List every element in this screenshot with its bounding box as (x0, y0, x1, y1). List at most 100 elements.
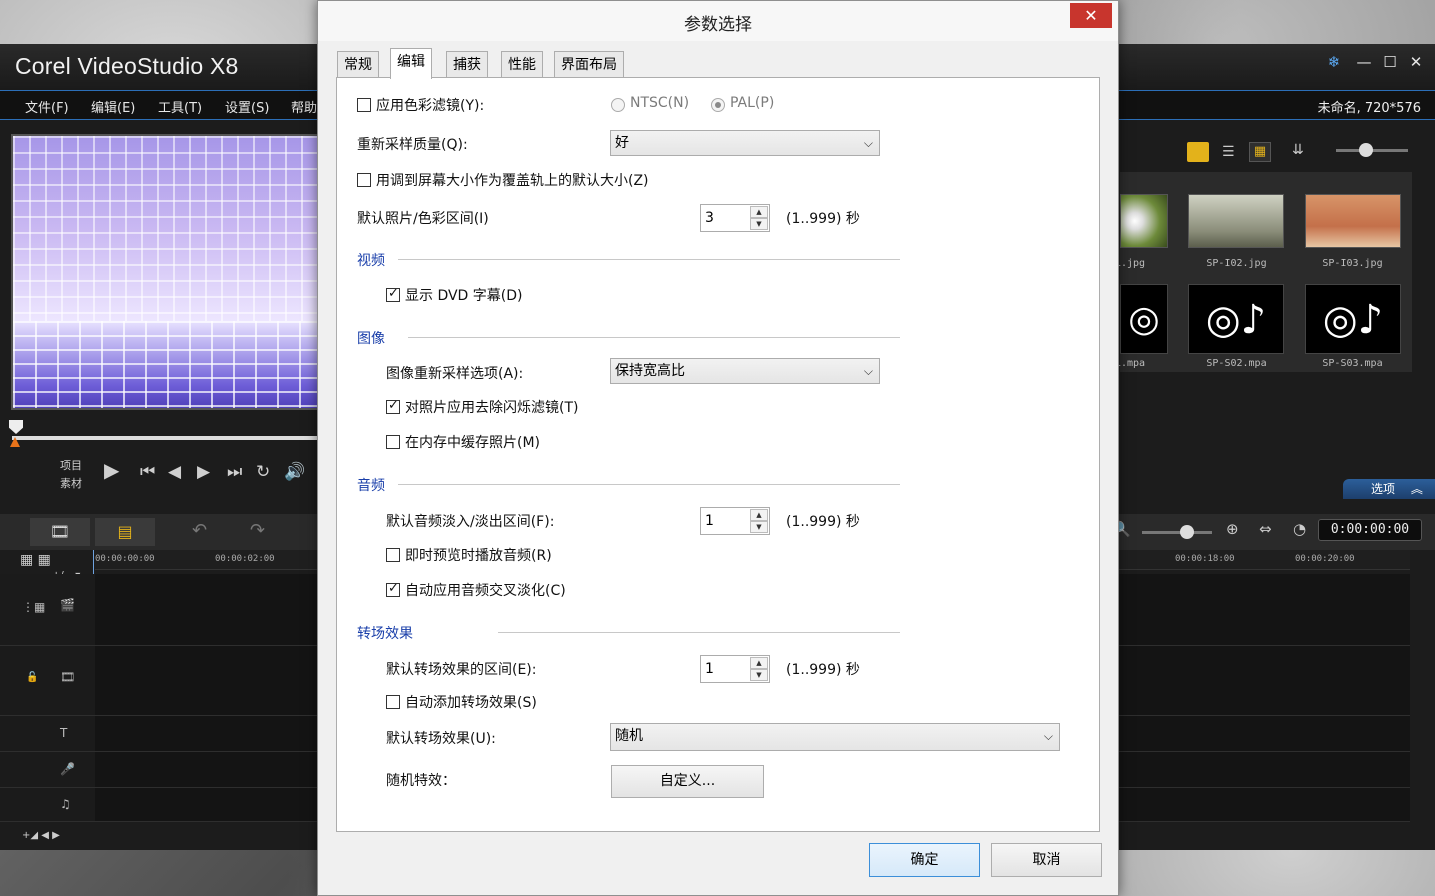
maximize-icon[interactable]: ☐ (1378, 50, 1402, 74)
sort-icon[interactable]: ⇊ (1292, 142, 1304, 158)
tab-edit[interactable]: 编辑 (390, 48, 432, 79)
view-list-icon[interactable]: ☰ (1222, 144, 1235, 160)
color-filter-checkbox[interactable] (357, 98, 371, 112)
redo-icon[interactable]: ↷ (250, 520, 265, 541)
default-transition-select[interactable]: 随机 ⌵ (610, 723, 1060, 751)
instant-preview-label: 即时预览时播放音频(R) (405, 548, 552, 564)
thumbnail-size-handle[interactable] (1359, 143, 1373, 157)
library-thumb[interactable] (1120, 194, 1168, 248)
chevron-down-icon: ⌵ (863, 364, 873, 378)
zoom-slider[interactable] (1142, 531, 1212, 534)
zoom-in-icon[interactable]: ⊕ (1226, 520, 1239, 538)
spin-down-icon[interactable]: ▼ (750, 218, 768, 230)
snowflake-icon[interactable]: ❄ (1322, 50, 1346, 74)
options-tab[interactable]: 选项 ︽ (1343, 479, 1435, 499)
scrubber-track[interactable] (12, 436, 322, 440)
crossfade-label: 自动应用音频交叉淡化(C) (405, 583, 566, 599)
audio-fade-value: 1 (705, 513, 714, 529)
spin-up-icon[interactable]: ▲ (750, 509, 768, 521)
transition-duration-range: (1..999) 秒 (786, 662, 860, 678)
go-start-icon[interactable]: ⏮ (140, 462, 155, 482)
scroll-left-icon[interactable]: +◢ ◀ ▶ (22, 830, 60, 841)
title-track-header[interactable]: T (0, 716, 95, 752)
spin-up-icon[interactable]: ▲ (750, 657, 768, 669)
track-manager-icon[interactable]: ▦ ▦ (20, 552, 51, 568)
library-audio-thumb[interactable]: ◎♪ (1188, 284, 1284, 354)
step-back-icon[interactable]: ◀ (168, 462, 181, 482)
crossfade-checkbox[interactable] (386, 581, 400, 597)
microphone-icon: 🎤 (60, 762, 75, 776)
play-icon[interactable]: ▶ (104, 458, 119, 482)
image-resample-label: 图像重新采样选项(A): (386, 366, 524, 382)
step-forward-icon[interactable]: ▶ (197, 462, 210, 482)
dialog-close-button[interactable]: ✕ (1070, 3, 1112, 28)
ok-button[interactable]: 确定 (869, 843, 980, 877)
timecode-display[interactable]: 0:00:00:00 (1318, 519, 1422, 541)
image-resample-select[interactable]: 保持宽高比 ⌵ (610, 358, 880, 384)
view-thumbnail-icon[interactable]: ▦ (1249, 142, 1271, 162)
timeline-view-icon[interactable]: ▤ (95, 518, 155, 546)
color-filter-label: 应用色彩滤镜(Y): (376, 98, 485, 114)
library-audio-thumb[interactable]: ◎♪ (1305, 284, 1401, 354)
menu-edit[interactable]: 编辑(E) (91, 97, 135, 116)
track-options-icon: ⋮▦ (22, 600, 46, 614)
menu-file[interactable]: 文件(F) (25, 97, 69, 116)
voice-track-header[interactable]: 🎤 (0, 752, 95, 788)
music-track-header[interactable]: ♫ (0, 788, 95, 822)
library-audio-thumb[interactable]: ◎ (1120, 284, 1168, 354)
menu-settings[interactable]: 设置(S) (225, 97, 269, 116)
transition-duration-value: 1 (705, 661, 714, 677)
close-icon[interactable]: ✕ (1404, 50, 1428, 74)
library-thumb-label: SP-S03.mpa (1322, 358, 1383, 369)
cancel-button[interactable]: 取消 (991, 843, 1102, 877)
audio-fade-spinner[interactable]: 1 ▲ ▼ (700, 507, 770, 535)
photo-duration-value: 3 (705, 210, 714, 226)
app-title: Corel VideoStudio X8 (15, 53, 239, 79)
tab-layout[interactable]: 界面布局 (554, 51, 624, 77)
volume-icon[interactable]: 🔊 (284, 462, 305, 482)
transition-duration-spinner[interactable]: 1 ▲ ▼ (700, 655, 770, 683)
repeat-icon[interactable]: ↻ (256, 462, 270, 482)
tab-capture[interactable]: 捕获 (446, 51, 488, 77)
close-icon: ✕ (1084, 6, 1098, 25)
spin-down-icon[interactable]: ▼ (750, 669, 768, 681)
menu-tools[interactable]: 工具(T) (158, 97, 202, 116)
resample-quality-select[interactable]: 好 ⌵ (610, 130, 880, 156)
title-track-icon: T (60, 726, 68, 740)
scrubber-handle[interactable] (9, 420, 23, 434)
deflicker-checkbox[interactable] (386, 398, 400, 414)
disc-icon: ◎♪ (1322, 297, 1384, 343)
library-thumb[interactable] (1305, 194, 1401, 248)
instant-preview-checkbox[interactable] (386, 548, 400, 562)
go-end-icon[interactable]: ⏭ (227, 462, 242, 482)
tab-performance[interactable]: 性能 (501, 51, 543, 77)
mode-clip[interactable]: 素材 (60, 475, 82, 491)
disc-icon: ◎♪ (1205, 297, 1267, 343)
customize-button[interactable]: 自定义... (611, 765, 764, 798)
storyboard-view-icon[interactable]: 🎞 (30, 518, 90, 546)
edit-tab-panel: 应用色彩滤镜(Y): NTSC(N) PAL(P) 重新采样质量(Q): 好 ⌵ … (336, 77, 1100, 832)
video-track-header[interactable]: 🎬 ⋮▦ (0, 574, 95, 646)
undo-icon[interactable]: ↶ (192, 520, 207, 541)
spin-up-icon[interactable]: ▲ (750, 206, 768, 218)
chevron-up-icon: ︽ (1410, 482, 1423, 496)
cache-photo-checkbox[interactable] (386, 435, 400, 449)
overlay-track-header[interactable]: 🎞 🔓 (0, 646, 95, 716)
library-thumb[interactable] (1188, 194, 1284, 248)
library-thumb-label: SP-I03.jpg (1322, 258, 1383, 269)
view-large-icon[interactable] (1187, 142, 1209, 162)
menu-help[interactable]: 帮助 (291, 97, 317, 116)
photo-duration-spinner[interactable]: 3 ▲ ▼ (700, 204, 770, 232)
library-thumb-label: SP-I02.jpg (1206, 258, 1267, 269)
dvd-subtitle-checkbox[interactable] (386, 286, 400, 302)
tab-general[interactable]: 常规 (337, 51, 379, 77)
clock-icon[interactable]: ◔ (1293, 520, 1306, 538)
minimize-icon[interactable]: — (1352, 50, 1376, 74)
spin-down-icon[interactable]: ▼ (750, 521, 768, 533)
fit-overlay-checkbox[interactable] (357, 173, 371, 187)
auto-add-transition-checkbox[interactable] (386, 695, 400, 709)
preview-window[interactable] (11, 134, 321, 410)
mode-project[interactable]: 项目 (60, 457, 82, 473)
zoom-slider-handle[interactable] (1180, 525, 1194, 539)
fit-timeline-icon[interactable]: ⇔ (1259, 520, 1272, 538)
